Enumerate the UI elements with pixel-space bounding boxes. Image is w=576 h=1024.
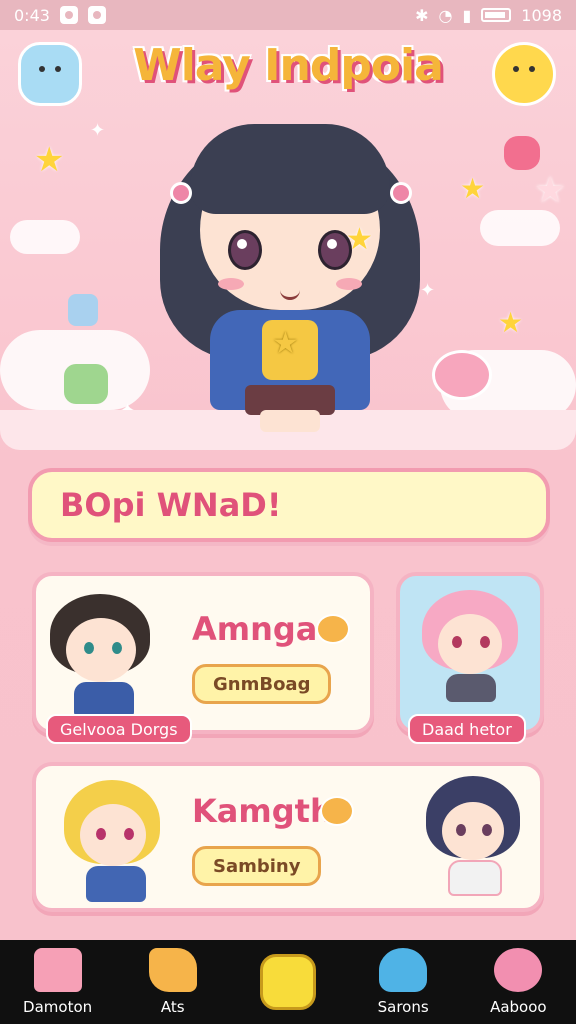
avatar-face [80,804,146,866]
shirt-star-icon: ★ [272,326,299,361]
avatar-eye [452,636,462,648]
nav-label: Aabooo [490,998,547,1016]
character-blush [336,278,362,290]
avatar-body [448,860,502,896]
nav-label: Damoton [23,998,93,1016]
signal-icon: ▮ [462,5,472,25]
avatar-eye [482,824,492,836]
hair-bow-icon [390,182,412,204]
card-name: Amnga [192,610,318,648]
carrot-icon [148,948,197,992]
camera-icon [87,6,106,24]
avatar-eye [112,642,122,654]
character-legs [260,410,320,432]
card-action-button[interactable]: GnmBoag [192,664,332,704]
wifi-icon: ◔ [438,5,453,25]
character-card[interactable]: Amnga GnmBoag Gelvooa Dorgs [32,572,374,744]
battery-icon [481,8,512,22]
character-eye [318,230,352,270]
hero-section: ★ ★ ★ ★ ✦ ✦ ✦ ★ ★ [0,110,576,450]
avatar-body [86,866,146,902]
avatar-eye [456,824,466,836]
hair-bow-icon [170,182,192,204]
avatar-face [438,614,502,674]
avatar-eye [124,828,134,840]
bird-icon [379,948,428,992]
star-icon: ★ [460,172,486,205]
sun-face-eyes [509,66,539,82]
nav-item-about[interactable]: Aabooo [463,948,573,1016]
banner-text: BOpi WNaD! [60,486,282,524]
card-character-avatar [50,590,160,720]
card-character-avatar [426,776,526,906]
card-character-avatar [422,590,522,702]
hero-character[interactable]: ★ ★ [150,110,430,440]
character-card-small[interactable]: Daad hetor [396,572,544,744]
avatar-eye [480,636,490,648]
character-card[interactable]: Kamgth Sambiny [32,762,544,912]
app-screen: 0:43 ✱ ◔ ▮ 1098 Wlay Indpoia ★ ★ ★ ★ ✦ ✦… [0,0,576,1024]
pink-cat-icon [432,350,492,400]
sun-face-icon[interactable] [492,42,556,106]
card-tag[interactable]: Daad hetor [408,714,526,744]
paw-icon [316,614,350,644]
status-right-text: 1098 [521,5,562,25]
status-right: ✱ ◔ ▮ 1098 [415,6,562,25]
pineapple-icon [259,954,316,1010]
nav-label: Ats [160,998,185,1016]
cat-icon [494,948,543,992]
card-action-button[interactable]: Sambiny [192,846,322,886]
star-icon: ★ [534,170,567,211]
nav-label: Sarons [377,998,429,1016]
app-title: Wlay Indpoia [133,40,444,91]
avatar-face [442,802,504,860]
card-name: Kamgth [192,792,333,830]
avatar-eye [84,642,94,654]
star-icon: ★ [498,306,524,339]
cloud-decoration [10,220,80,254]
avatar-body [74,682,134,718]
status-time: 0:43 [14,5,50,25]
star-icon: ★ [34,140,65,180]
pink-heart-icon [504,136,540,170]
house-icon [33,948,82,992]
nav-item-sarons[interactable]: Sarons [348,948,458,1016]
nav-item-center[interactable] [233,954,343,1016]
sparkle-icon: ✦ [90,120,106,141]
avatar-eye [96,828,106,840]
greeting-banner[interactable]: BOpi WNaD! [28,468,550,542]
avatar-body [446,674,496,702]
character-blush [218,278,244,290]
nav-item-arts[interactable]: Ats [118,948,228,1016]
blue-cube-icon [68,294,98,326]
character-eye [228,230,262,270]
status-bar: 0:43 ✱ ◔ ▮ 1098 [0,0,576,30]
bottom-nav: Damoton Ats Sarons Aabooo [0,940,576,1024]
status-left: 0:43 [14,6,106,25]
character-bangs [190,124,390,214]
card-character-avatar [64,774,174,904]
nav-item-home[interactable]: Damoton [3,948,113,1016]
avatar-face [66,618,136,682]
bluetooth-icon: ✱ [415,5,429,25]
card-tag[interactable]: Gelvooa Dorgs [46,714,192,744]
paw-icon [320,796,354,826]
green-cat-icon [64,364,108,404]
cloud-decoration [480,210,560,246]
notification-icon [59,6,78,24]
